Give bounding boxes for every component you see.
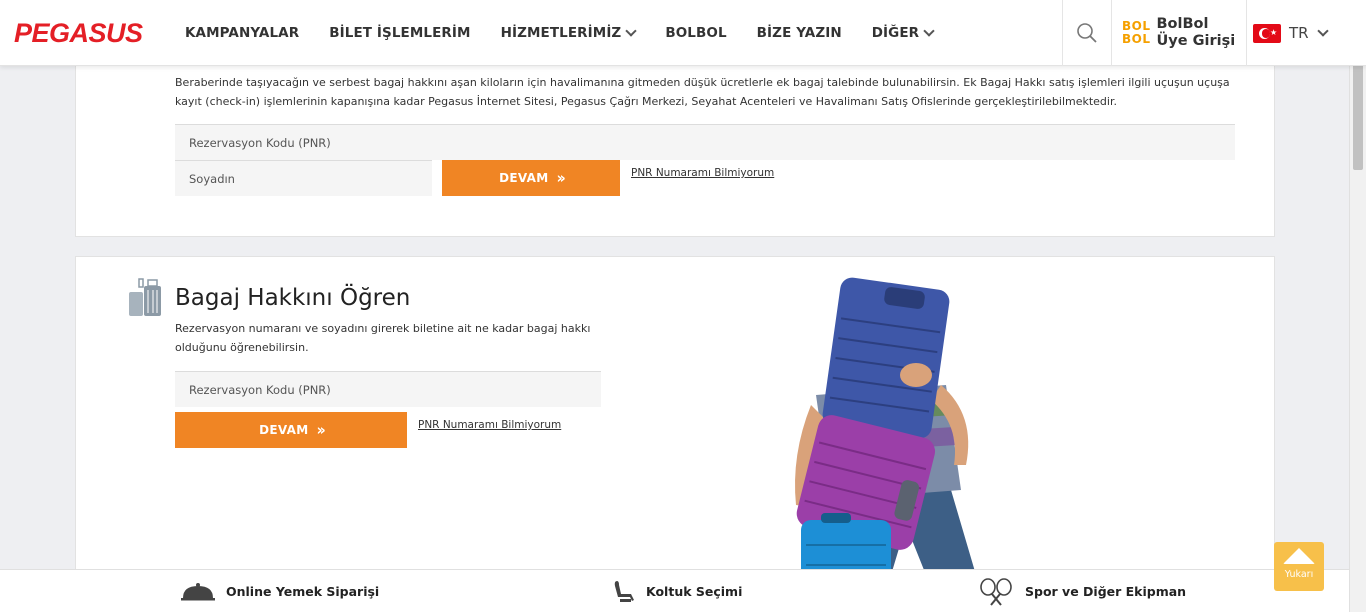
nav-label: BİZE YAZIN [756,25,842,41]
bolbol-label-line2: Üye Girişi [1156,33,1236,49]
bolbol-logo-icon: BOL BOL [1122,20,1151,46]
nav-diger[interactable]: DİĞER [871,25,935,41]
nav-label: HİZMETLERİMİZ [500,25,622,41]
chevron-down-icon [1316,24,1329,37]
button-label: DEVAM [499,171,549,185]
pegasus-logo[interactable]: PEGASUS [14,18,143,49]
chevron-down-icon [625,25,637,37]
back-to-top-label: Yukarı [1284,569,1314,580]
cloche-icon [181,582,215,600]
main-nav: KAMPANYALAR BİLET İŞLEMLERİM HİZMETLERİM… [185,0,963,66]
baggage-allowance-description: Rezervasyon numaranı ve soyadını girerek… [175,322,591,354]
surname-input[interactable]: Soyadın [175,160,432,196]
rackets-icon [980,577,1012,606]
page-scrollbar[interactable] [1349,0,1366,612]
nav-bolbol[interactable]: BOLBOL [665,25,726,41]
double-chevron-right-icon: ›› [556,169,566,187]
sports-equipment-link[interactable]: Spor ve Diğer Ekipman [977,570,1186,612]
bottom-bar-label: Online Yemek Siparişi [226,584,380,599]
chevron-down-icon [923,25,935,37]
continue-button[interactable]: DEVAM ›› [175,412,407,448]
scrollbar-thumb[interactable] [1353,60,1363,170]
language-selector[interactable]: ★ TR [1247,0,1347,66]
nav-label: DİĞER [871,25,920,41]
bolbol-label-line1: BolBol [1156,16,1209,32]
button-label: DEVAM [259,423,309,437]
continue-button[interactable]: DEVAM ›› [442,160,620,196]
baggage-allowance-card: Bagaj Hakkını Öğren Rezervasyon numaranı… [75,256,1275,586]
back-to-top-button[interactable]: Yukarı [1274,542,1324,591]
man-with-suitcases-illustration [795,277,976,575]
double-chevron-right-icon: ›› [316,421,326,439]
search-icon [1077,23,1097,43]
seat-icon [614,580,634,602]
forgot-pnr-link[interactable]: PNR Numaramı Bilmiyorum [631,167,774,179]
language-code: TR [1289,24,1309,42]
turkey-flag-icon: ★ [1253,23,1281,43]
nav-kampanyalar[interactable]: KAMPANYALAR [185,25,299,41]
nav-bize-yazin[interactable]: BİZE YAZIN [757,25,842,41]
nav-bilet-islemlerim[interactable]: BİLET İŞLEMLERİM [329,25,470,41]
bottom-bar-label: Spor ve Diğer Ekipman [1025,584,1187,599]
bolbol-login-button[interactable]: BOL BOL BolBol Üye Girişi [1112,0,1246,66]
bolbol-login-label: BolBol Üye Girişi [1157,16,1236,50]
section-title: Bagaj Hakkını Öğren [175,285,411,311]
pnr-input[interactable]: Rezervasyon Kodu (PNR) [175,124,1235,160]
extra-baggage-description: Beraberinde taşıyacağın ve serbest bagaj… [175,76,1230,108]
bolbol-logo-line: BOL [1122,32,1151,46]
nav-label: KAMPANYALAR [185,25,300,41]
services-bottom-bar: Online Yemek Siparişi Koltuk Seçimi Spor… [0,569,1349,612]
search-button[interactable] [1063,0,1111,66]
luggage-icon [129,278,161,316]
forgot-pnr-link[interactable]: PNR Numaramı Bilmiyorum [418,419,561,431]
nav-hizmetlerimiz[interactable]: HİZMETLERİMİZ [500,25,637,41]
bottom-bar-label: Koltuk Seçimi [646,584,743,599]
nav-label: BİLET İŞLEMLERİM [329,25,471,41]
top-header: PEGASUS KAMPANYALAR BİLET İŞLEMLERİM HİZ… [0,0,1366,66]
extra-baggage-card: Beraberinde taşıyacağın ve serbest bagaj… [75,40,1275,237]
arrow-up-icon [1283,548,1315,564]
seat-selection-link[interactable]: Koltuk Seçimi [612,570,742,612]
online-meal-order-link[interactable]: Online Yemek Siparişi [180,570,379,612]
nav-label: BOLBOL [665,25,727,41]
pnr-input[interactable]: Rezervasyon Kodu (PNR) [175,371,601,407]
